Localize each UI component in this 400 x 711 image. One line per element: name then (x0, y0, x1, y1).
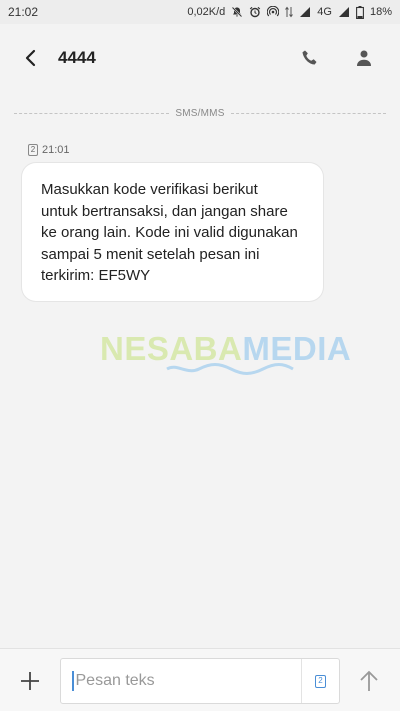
alarm-icon (249, 6, 261, 18)
data-transfer-icon (285, 6, 294, 18)
watermark-wave-icon (166, 363, 294, 375)
divider-line-left (14, 112, 170, 114)
message-type-label: SMS/MMS (175, 107, 225, 119)
phone-icon (302, 50, 317, 65)
sim-2-icon: 2 (28, 144, 38, 156)
message-input[interactable] (75, 672, 296, 690)
message-type-divider: SMS/MMS (14, 105, 386, 121)
message-timestamp: 2 21:01 (28, 144, 70, 156)
contact-title: 4444 (58, 48, 96, 67)
plus-icon (21, 672, 39, 690)
battery-level: 18% (369, 6, 392, 18)
message-input-field[interactable]: 2 (60, 658, 340, 704)
back-arrow-icon (25, 49, 36, 67)
text-cursor (72, 671, 74, 691)
divider-line-right (230, 112, 386, 114)
header-actions (298, 46, 384, 70)
back-button[interactable] (16, 44, 44, 72)
signal-2-icon (338, 6, 350, 18)
signal-icon (299, 6, 311, 18)
send-arrow-icon (360, 670, 378, 691)
status-bar: 21:02 0,02K/d 4G 18% (0, 0, 400, 24)
send-button[interactable] (356, 668, 382, 694)
hotspot-icon (267, 6, 280, 18)
network-speed: 0,02K/d (187, 6, 226, 18)
composer-bar: 2 (0, 648, 400, 711)
attach-button[interactable] (16, 669, 44, 693)
call-button[interactable] (298, 46, 322, 70)
contact-button[interactable] (352, 46, 376, 70)
sim-switch-button[interactable]: 2 (301, 659, 339, 703)
person-icon (357, 50, 371, 66)
status-icons: 0,02K/d 4G 18% (187, 5, 392, 19)
watermark-logo: NESABAMEDIA (100, 330, 351, 378)
sim-2-select-icon: 2 (315, 674, 326, 688)
status-time: 21:02 (8, 5, 39, 19)
battery-icon (356, 5, 364, 19)
conversation-header: 4444 (0, 24, 400, 92)
message-bubble[interactable]: Masukkan kode verifikasi berikut untuk b… (22, 163, 323, 301)
network-type: 4G (317, 6, 332, 18)
message-time: 21:01 (42, 144, 70, 156)
mute-notifications-icon (231, 6, 243, 18)
message-text: Masukkan kode verifikasi berikut untuk b… (41, 181, 298, 284)
